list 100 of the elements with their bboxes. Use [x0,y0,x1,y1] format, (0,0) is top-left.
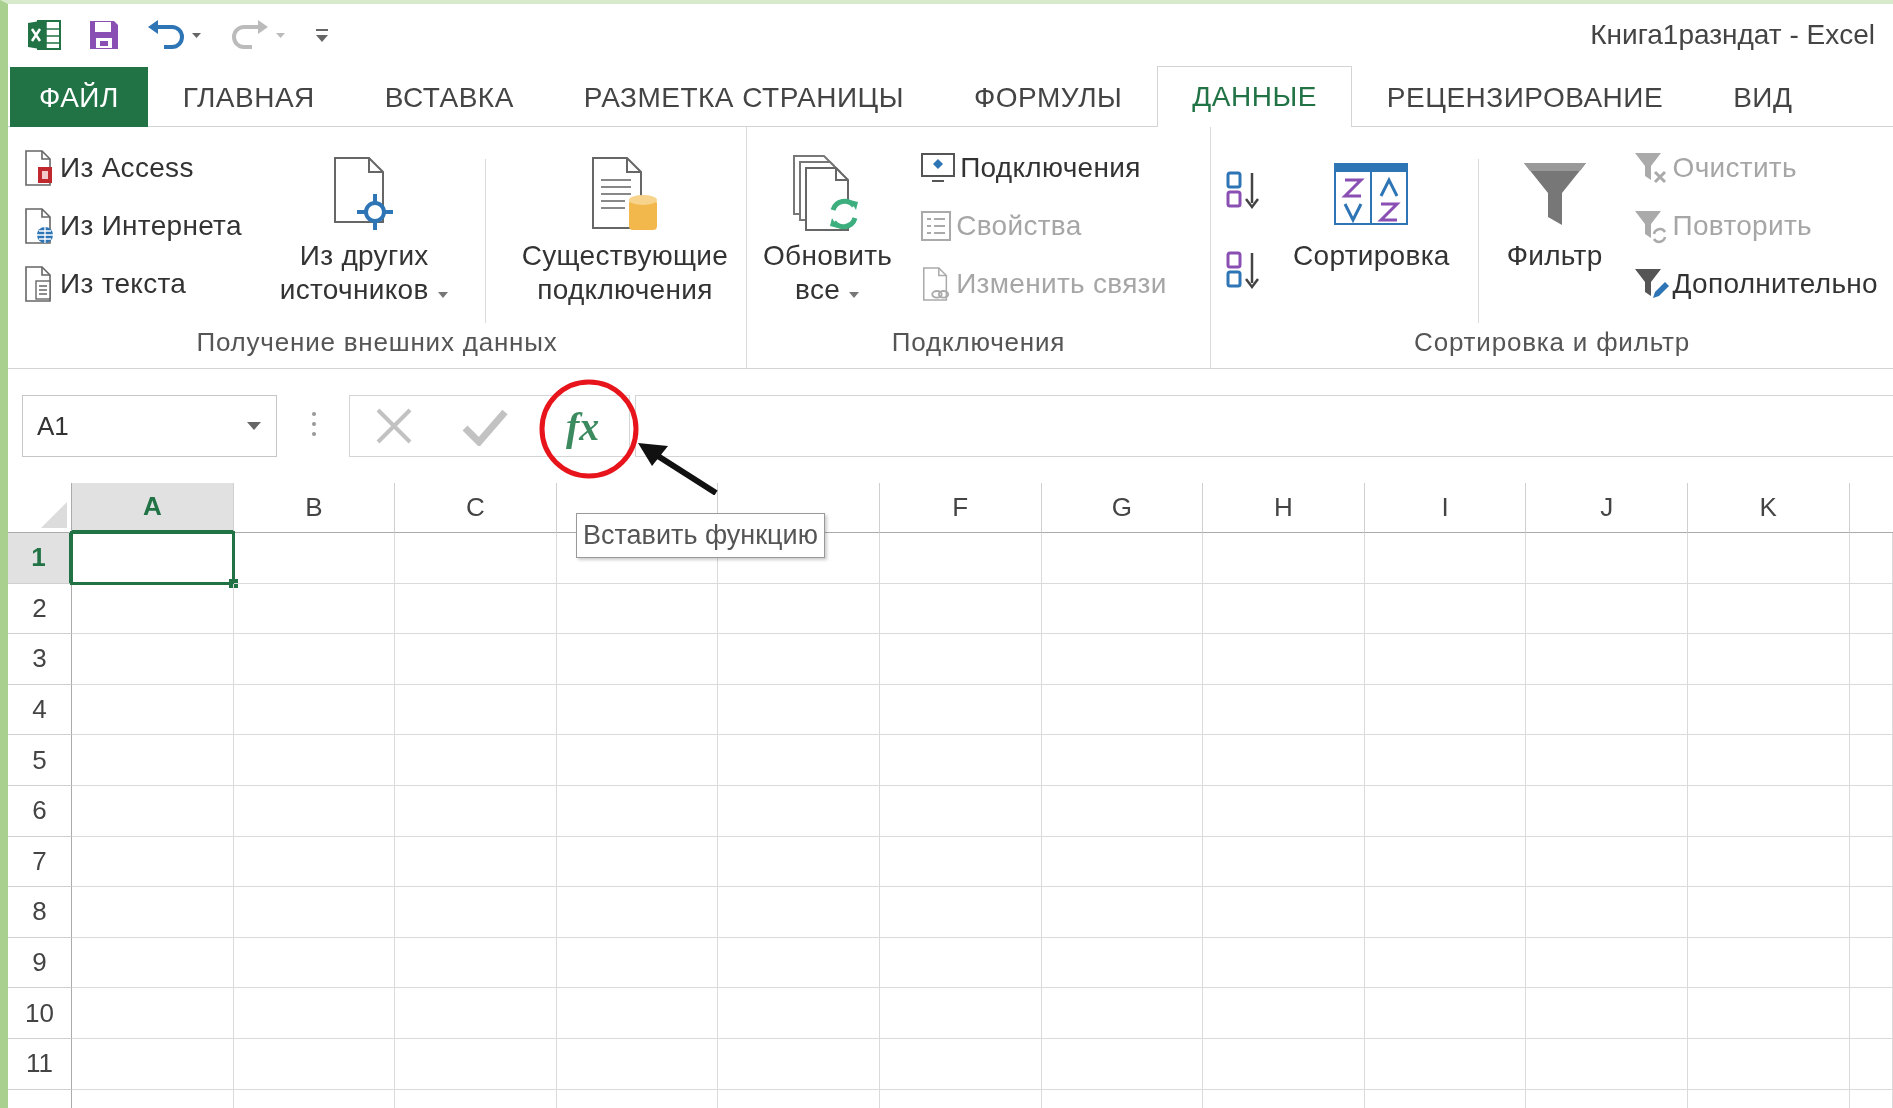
table-cell[interactable] [233,988,396,1039]
column-header[interactable]: A [72,483,234,533]
table-cell[interactable] [718,634,880,685]
table-cell[interactable] [1687,735,1850,786]
table-cell[interactable] [395,583,557,635]
row-header[interactable]: 9 [8,937,72,989]
table-cell[interactable] [718,735,880,786]
table-cell[interactable] [1203,1038,1365,1090]
ribbon-button[interactable]: Существующие подключения [515,141,735,323]
table-cell[interactable] [1041,937,1204,989]
table-cell[interactable] [1364,988,1527,1039]
table-cell[interactable] [233,684,396,736]
table-cell[interactable] [395,735,557,786]
ribbon-tab[interactable]: ФАЙЛ [10,67,148,127]
table-cell[interactable] [556,836,719,888]
row-header[interactable]: 11 [8,1038,72,1090]
ribbon-tab[interactable]: ФОРМУЛЫ [939,67,1158,127]
table-cell[interactable] [1526,836,1688,888]
table-cell[interactable] [1203,735,1365,786]
table-cell[interactable] [72,937,234,989]
table-cell[interactable] [556,634,719,685]
table-cell[interactable] [718,836,880,888]
table-cell[interactable] [718,684,880,736]
table-cell[interactable] [1364,785,1527,837]
table-cell[interactable] [879,887,1042,938]
table-cell[interactable] [556,735,719,786]
table-cell[interactable] [72,1038,234,1090]
table-cell[interactable] [72,988,234,1039]
table-cell[interactable] [395,785,557,837]
table-cell[interactable] [72,887,234,938]
table-cell[interactable] [1364,1038,1527,1090]
table-cell[interactable] [1364,533,1527,584]
table-cell[interactable] [718,583,880,635]
table-cell[interactable] [1849,785,1893,837]
row-header[interactable]: 5 [8,735,72,786]
table-cell[interactable] [1526,1038,1688,1090]
table-cell[interactable] [1849,735,1893,786]
table-cell[interactable] [556,937,719,989]
table-cell[interactable] [395,887,557,938]
table-cell[interactable] [879,988,1042,1039]
table-cell[interactable] [1041,1038,1204,1090]
table-cell[interactable] [1203,937,1365,989]
table-cell[interactable] [1687,988,1850,1039]
table-cell[interactable] [1041,634,1204,685]
table-cell[interactable] [72,684,234,736]
table-cell[interactable] [72,836,234,888]
ribbon-button[interactable]: Фильтр [1500,141,1609,323]
table-cell[interactable] [1041,735,1204,786]
ribbon-button[interactable]: Обновить все [757,141,899,323]
ribbon-tab[interactable]: ДАННЫЕ [1157,66,1352,127]
table-cell[interactable] [879,583,1042,635]
table-cell[interactable] [556,1038,719,1090]
table-cell[interactable] [1687,836,1850,888]
table-cell[interactable] [1041,684,1204,736]
table-cell[interactable] [1203,785,1365,837]
table-cell[interactable] [1364,634,1527,685]
row-header[interactable]: 8 [8,887,72,938]
table-cell[interactable] [1687,937,1850,989]
table-cell[interactable] [1526,684,1688,736]
table-cell[interactable] [879,785,1042,837]
table-cell[interactable] [1203,836,1365,888]
table-cell[interactable] [1203,634,1365,685]
ribbon-button[interactable]: Из текста [18,259,246,309]
table-cell[interactable] [1203,988,1365,1039]
table-cell[interactable] [1041,583,1204,635]
ribbon-button[interactable]: Подключения [916,143,1171,193]
column-header[interactable]: K [1687,483,1850,533]
ribbon-button[interactable]: Из других источников [273,141,455,323]
table-cell[interactable] [879,634,1042,685]
table-cell[interactable] [1849,887,1893,938]
table-cell[interactable] [1041,836,1204,888]
table-cell[interactable] [1526,988,1688,1039]
table-cell[interactable] [1526,887,1688,938]
table-cell[interactable] [879,533,1042,584]
table-cell[interactable] [233,1038,396,1090]
table-cell[interactable] [233,634,396,685]
table-cell[interactable] [233,533,396,584]
table-cell[interactable] [395,684,557,736]
row-header[interactable]: 4 [8,684,72,736]
table-cell[interactable] [556,988,719,1039]
row-header[interactable]: 10 [8,988,72,1039]
table-cell[interactable] [72,583,234,635]
column-header[interactable]: F [879,483,1042,533]
table-cell[interactable] [1364,583,1527,635]
ribbon-button[interactable]: Сортировка [1287,141,1456,323]
column-header[interactable]: B [233,483,396,533]
table-cell[interactable] [1687,887,1850,938]
table-cell[interactable] [1687,1038,1850,1090]
table-cell[interactable] [233,785,396,837]
table-cell[interactable] [1203,887,1365,938]
table-cell[interactable] [718,887,880,938]
table-cell[interactable] [72,634,234,685]
column-header[interactable]: G [1041,483,1204,533]
table-cell[interactable] [1526,533,1688,584]
table-cell[interactable] [1687,533,1850,584]
row-header[interactable]: 7 [8,836,72,888]
table-cell[interactable] [1849,583,1893,635]
name-box[interactable]: A1 [22,395,277,457]
table-cell[interactable] [718,937,880,989]
table-cell[interactable] [1687,684,1850,736]
